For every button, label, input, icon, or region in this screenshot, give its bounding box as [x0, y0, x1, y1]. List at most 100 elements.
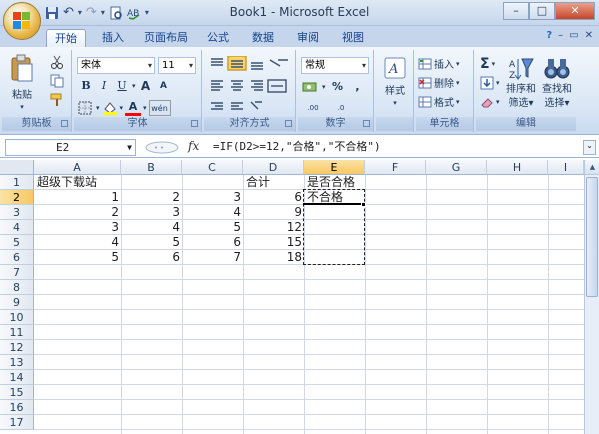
column-header-e[interactable]: E	[304, 160, 365, 175]
fill-color-icon[interactable]	[102, 101, 118, 115]
cell-a1[interactable]: 超级下载站	[37, 175, 97, 190]
paste-button[interactable]: 粘贴 ▾	[7, 54, 37, 111]
delete-cells-button[interactable]: 删除 ▾	[418, 75, 460, 90]
insert-cells-button[interactable]: 插入 ▾	[418, 56, 460, 71]
row-header-1[interactable]: 1	[0, 175, 34, 190]
undo-dropdown-icon[interactable]: ▾	[78, 8, 82, 17]
column-header-c[interactable]: C	[182, 160, 243, 175]
redo-icon[interactable]: ↷	[86, 5, 97, 20]
save-icon[interactable]	[45, 6, 59, 20]
cell-c5[interactable]: 6	[182, 235, 243, 250]
styles-button[interactable]: A 样式 ▾	[380, 56, 410, 107]
clear-button[interactable]: ▾	[480, 96, 500, 108]
row-header-14[interactable]: 14	[0, 370, 34, 385]
alignment-buttons-icon[interactable]	[208, 56, 292, 118]
row-header-9[interactable]: 9	[0, 295, 34, 310]
row-header-5[interactable]: 5	[0, 235, 34, 250]
workbook-minimize-icon[interactable]: –	[558, 30, 563, 41]
cell-a2[interactable]: 1	[34, 190, 121, 205]
grow-font-button[interactable]: A	[138, 78, 154, 94]
tab-insert[interactable]: 插入	[95, 29, 131, 47]
tab-page-layout[interactable]: 页面布局	[138, 29, 194, 47]
cell-b2[interactable]: 2	[121, 190, 182, 205]
increase-decimal-button[interactable]: .00	[302, 100, 324, 116]
cell-e1[interactable]: 是否合格	[307, 175, 355, 190]
cell-b6[interactable]: 6	[121, 250, 182, 265]
column-header-i[interactable]: I	[548, 160, 584, 175]
row-header-11[interactable]: 11	[0, 325, 34, 340]
close-button[interactable]: ✕	[555, 2, 595, 20]
find-select-button[interactable]: 查找和 选择▾	[540, 56, 574, 110]
sort-filter-button[interactable]: AZ 排序和 筛选▾	[504, 56, 538, 110]
spelling-icon[interactable]: AB	[127, 6, 141, 20]
workbook-restore-icon[interactable]: ▭	[569, 30, 578, 41]
number-dialog-launcher-icon[interactable]	[363, 120, 370, 127]
row-header-13[interactable]: 13	[0, 355, 34, 370]
cell-d1[interactable]: 合计	[246, 175, 270, 190]
print-preview-icon[interactable]	[109, 6, 123, 20]
copy-icon[interactable]	[50, 74, 64, 88]
cell-c3[interactable]: 4	[182, 205, 243, 220]
scroll-up-icon[interactable]: ▲	[585, 160, 599, 175]
cell-c4[interactable]: 5	[182, 220, 243, 235]
row-header-12[interactable]: 12	[0, 340, 34, 355]
cell-a5[interactable]: 4	[34, 235, 121, 250]
clipboard-dialog-launcher-icon[interactable]	[61, 120, 68, 127]
column-header-h[interactable]: H	[487, 160, 548, 175]
column-header-f[interactable]: F	[365, 160, 426, 175]
alignment-dialog-launcher-icon[interactable]	[285, 120, 292, 127]
cell-a4[interactable]: 3	[34, 220, 121, 235]
formula-input[interactable]: =IF(D2>=12,"合格","不合格")	[210, 139, 576, 156]
row-header-4[interactable]: 4	[0, 220, 34, 235]
format-painter-icon[interactable]	[50, 93, 64, 107]
tab-data[interactable]: 数据	[245, 29, 281, 47]
cell-d6[interactable]: 18	[243, 250, 304, 265]
name-box[interactable]: E2 ▼	[5, 139, 136, 156]
cell-d4[interactable]: 12	[243, 220, 304, 235]
cell-d5[interactable]: 15	[243, 235, 304, 250]
bold-button[interactable]: B	[78, 78, 94, 94]
expand-formula-bar-icon[interactable]: ⌄	[583, 140, 596, 155]
tab-view[interactable]: 视图	[335, 29, 371, 47]
font-name-combo[interactable]: 宋体 ▾	[77, 57, 155, 74]
font-size-combo[interactable]: 11 ▾	[158, 57, 196, 74]
tab-home[interactable]: 开始	[46, 29, 86, 47]
column-header-d[interactable]: D	[243, 160, 304, 175]
percent-style-button[interactable]: %	[330, 79, 346, 95]
tab-formulas[interactable]: 公式	[200, 29, 236, 47]
undo-icon[interactable]: ↶	[63, 5, 74, 20]
row-header-16[interactable]: 16	[0, 400, 34, 415]
tab-review[interactable]: 审阅	[290, 29, 326, 47]
row-header-3[interactable]: 3	[0, 205, 34, 220]
cell-b5[interactable]: 5	[121, 235, 182, 250]
row-header-15[interactable]: 15	[0, 385, 34, 400]
format-cells-button[interactable]: 格式 ▾	[418, 94, 460, 109]
scroll-thumb[interactable]	[586, 177, 598, 297]
cell-c6[interactable]: 7	[182, 250, 243, 265]
minimize-button[interactable]: –	[503, 2, 529, 20]
accounting-format-icon[interactable]	[302, 80, 318, 94]
redo-dropdown-icon[interactable]: ▾	[101, 8, 105, 17]
cut-icon[interactable]	[50, 55, 64, 69]
italic-button[interactable]: I	[96, 78, 112, 94]
font-dialog-launcher-icon[interactable]	[191, 120, 198, 127]
row-header-10[interactable]: 10	[0, 310, 34, 325]
cell-d2[interactable]: 6	[243, 190, 304, 205]
select-all-button[interactable]	[0, 160, 34, 175]
help-icon[interactable]: ?	[546, 30, 552, 41]
comma-style-button[interactable]: ,	[350, 79, 366, 95]
formula-bar-resize-icon[interactable]	[144, 141, 180, 154]
autosum-button[interactable]: Σ ▾	[480, 56, 495, 72]
insert-function-button[interactable]: fx	[188, 139, 199, 153]
customize-qat-icon[interactable]: ▾	[145, 8, 149, 17]
row-header-2[interactable]: 2	[0, 190, 34, 205]
workbook-close-icon[interactable]: ✕	[585, 30, 593, 41]
office-button[interactable]	[3, 2, 41, 40]
row-header-6[interactable]: 6	[0, 250, 34, 265]
row-header-8[interactable]: 8	[0, 280, 34, 295]
font-color-button[interactable]: A	[125, 100, 142, 116]
decrease-decimal-button[interactable]: .0	[330, 100, 352, 116]
restore-button[interactable]: □	[529, 2, 555, 20]
borders-icon[interactable]	[78, 101, 94, 115]
fill-handle[interactable]	[361, 202, 366, 207]
